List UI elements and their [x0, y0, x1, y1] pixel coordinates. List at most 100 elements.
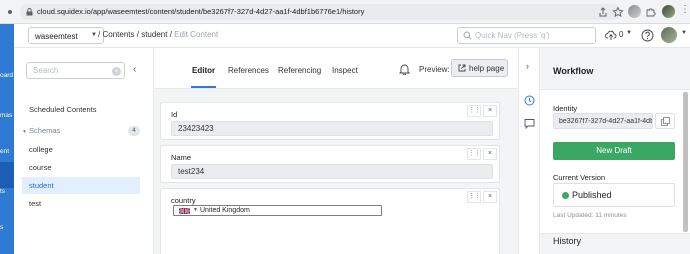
help-icon[interactable] [641, 29, 654, 42]
tab-referencing[interactable]: Referencing [278, 66, 321, 75]
browser-menu-icon[interactable] [4, 6, 16, 18]
identity-input[interactable] [553, 113, 653, 129]
schemas-group-header[interactable]: ▼ Schemas 4 [22, 126, 140, 138]
breadcrumb-separator: / [136, 30, 139, 39]
upload-count: 0 [619, 30, 624, 39]
history-icon[interactable] [524, 95, 535, 106]
bookmark-star-icon[interactable] [612, 6, 624, 18]
nav-item-schemas[interactable]: mas [0, 112, 12, 119]
schemas-count-badge: 4 [128, 126, 140, 136]
breadcrumb-current: Edit Content [174, 30, 219, 39]
field-card-id: ⋮⋮ × Id [160, 102, 500, 140]
chevron-left-icon[interactable]: ‹ [133, 64, 136, 75]
field-label-country: country [171, 196, 196, 205]
nav-item-assets[interactable]: ts [0, 188, 5, 195]
uk-flag-icon [179, 208, 190, 214]
chevron-down-icon: ▼ [193, 207, 198, 213]
tab-inspect[interactable]: Inspect [332, 66, 358, 75]
editor-tabs-bar: Editor References Referencing Inspect Pr… [154, 48, 518, 89]
nav-item-dashboard[interactable]: oard [0, 72, 13, 79]
bell-icon[interactable] [399, 63, 410, 75]
search-icon [463, 31, 472, 40]
status-dropdown[interactable]: Published [553, 183, 675, 207]
page-scrollbar[interactable] [683, 48, 688, 254]
workflow-panel: Workflow Identity New Draft Current Vers… [540, 48, 690, 254]
app-selector-label: waseemtest [35, 32, 78, 41]
external-link-icon [458, 64, 466, 72]
comments-icon[interactable] [524, 118, 535, 129]
identity-label: Identity [553, 104, 578, 113]
breadcrumb: / Contents / student / Edit Content [98, 30, 218, 39]
quick-nav[interactable] [457, 27, 596, 44]
sidebar-item-student[interactable]: student [22, 177, 140, 194]
field-card-country: ⋮⋮ × country ▼ United Kingdom [160, 188, 500, 254]
close-icon[interactable]: × [483, 191, 497, 203]
history-title: History [553, 236, 582, 246]
browser-profile-avatar[interactable] [662, 5, 675, 18]
copy-id-button[interactable] [655, 113, 675, 129]
close-icon[interactable]: × [483, 105, 497, 117]
sidebar-item-test[interactable]: test [22, 195, 140, 212]
nav-item-content[interactable]: ent [0, 148, 9, 155]
browser-kebab-menu-icon[interactable]: ⋮ [680, 5, 690, 15]
drag-handle-icon[interactable]: ⋮⋮ [467, 191, 481, 203]
field-card-name: ⋮⋮ × Name [160, 145, 500, 183]
breadcrumb-schema[interactable]: student [141, 30, 167, 39]
breadcrumb-contents[interactable]: Contents [102, 30, 134, 39]
app-header: waseemtest ▼ / Contents / student / Edit… [14, 24, 690, 48]
scrollbar-thumb[interactable] [683, 92, 688, 232]
user-avatar[interactable] [661, 27, 677, 43]
sidebar-item-course[interactable]: course [22, 159, 140, 176]
id-input[interactable] [171, 121, 493, 136]
field-label-id: Id [171, 110, 178, 119]
name-input[interactable] [171, 164, 493, 179]
extensions-puzzle-icon[interactable] [645, 6, 657, 18]
chevron-right-icon[interactable]: › [526, 61, 529, 71]
nav-item-settings[interactable]: s [0, 224, 3, 231]
schemas-sidebar: × ‹ Scheduled Contents ▼ Schemas 4 colle… [14, 48, 154, 254]
quick-nav-input[interactable] [475, 30, 593, 41]
breadcrumb-separator: / [98, 30, 101, 39]
share-icon[interactable] [597, 6, 609, 18]
last-updated: Last Updated: 11 minutes [553, 212, 627, 219]
address-bar[interactable]: cloud.squidex.io/app/waseemtest/content/… [20, 4, 620, 20]
schemas-group-label: Schemas [29, 126, 61, 135]
tab-references[interactable]: References [228, 66, 269, 75]
status-text: Published [572, 190, 612, 200]
active-tab-indicator [191, 86, 216, 88]
help-page-button[interactable]: help page [451, 59, 508, 77]
chevron-down-icon[interactable]: ▼ [681, 30, 687, 36]
lock-icon [26, 8, 33, 16]
country-value: United Kingdom [200, 207, 250, 214]
country-select[interactable]: ▼ United Kingdom [173, 205, 382, 216]
preview-label: Preview: [419, 65, 450, 74]
copy-icon [661, 117, 670, 126]
workflow-body: Identity New Draft Current Version Publi… [540, 89, 690, 234]
clear-search-icon[interactable]: × [112, 67, 121, 76]
app-nav-rail: oard mas ent ts s [0, 24, 14, 254]
current-version-label: Current Version [553, 173, 606, 182]
browser-toolbar: cloud.squidex.io/app/waseemtest/content/… [0, 0, 690, 24]
workflow-title: Workflow [553, 66, 594, 76]
drag-handle-icon[interactable]: ⋮⋮ [467, 105, 481, 117]
caret-down-icon: ▼ [22, 129, 27, 135]
new-draft-button[interactable]: New Draft [553, 142, 675, 160]
sidebar-icon-strip: › [518, 48, 540, 254]
chevron-down-icon[interactable]: ▼ [626, 30, 632, 36]
field-label-name: Name [171, 153, 192, 162]
extension-avatar-icon[interactable] [628, 5, 641, 18]
content-editor: Editor References Referencing Inspect Pr… [154, 48, 518, 254]
schema-search-input[interactable] [26, 62, 125, 79]
drag-handle-icon[interactable]: ⋮⋮ [467, 148, 481, 160]
app-selector[interactable]: waseemtest ▼ [28, 27, 104, 44]
chevron-down-icon: ▼ [91, 32, 97, 38]
close-icon[interactable]: × [483, 148, 497, 160]
sidebar-item-college[interactable]: college [22, 141, 140, 158]
nav-active-highlight [0, 162, 14, 188]
tab-editor[interactable]: Editor [192, 66, 215, 75]
help-page-label: help page [469, 64, 505, 73]
status-dot-icon [562, 192, 569, 199]
breadcrumb-separator: / [169, 30, 172, 39]
scheduled-contents-link[interactable]: Scheduled Contents [22, 101, 140, 118]
cloud-upload-icon[interactable] [605, 29, 617, 41]
